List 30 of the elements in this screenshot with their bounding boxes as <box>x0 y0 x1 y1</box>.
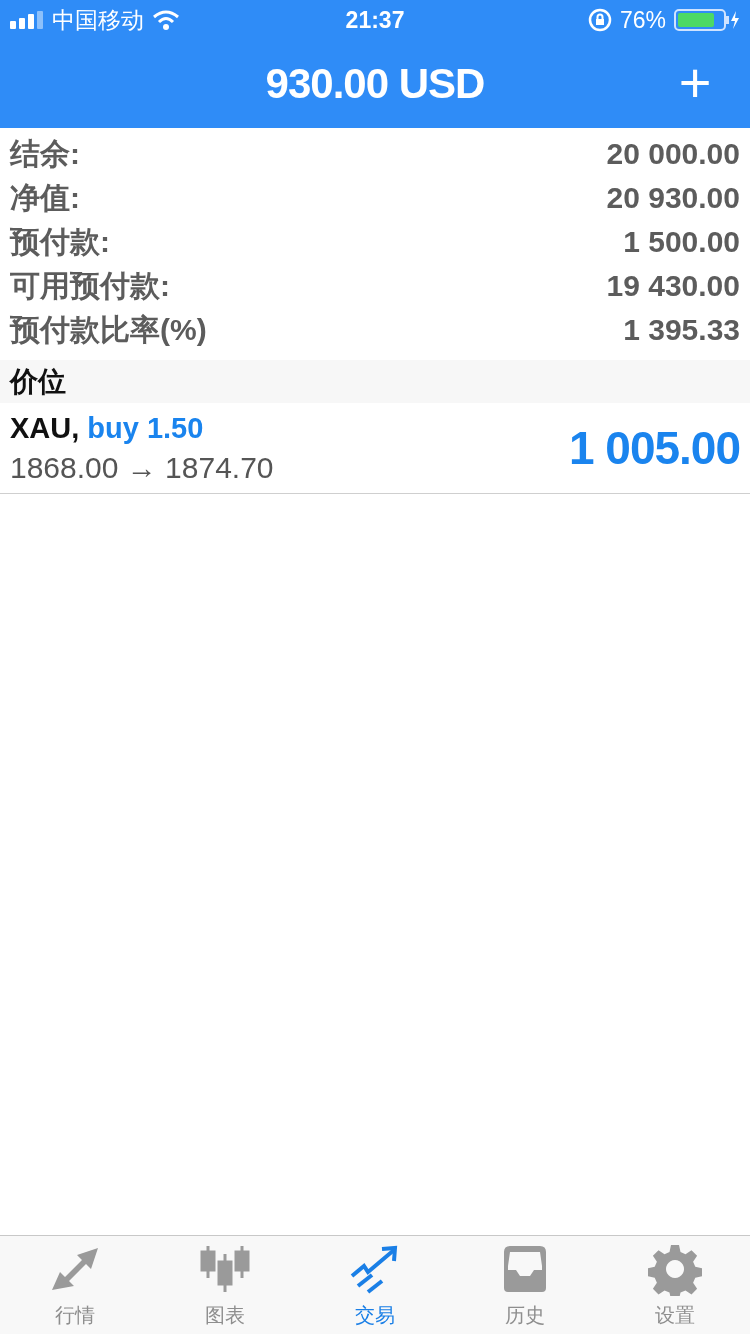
position-row[interactable]: XAU, buy 1.50 1868.00 → 1874.70 1 005.00 <box>0 403 750 494</box>
summary-value: 19 430.00 <box>606 269 740 303</box>
carrier-name: 中国移动 <box>52 5 144 35</box>
battery-charging-icon <box>674 9 740 31</box>
rotation-lock-icon <box>587 8 612 32</box>
summary-label: 可用预付款: <box>10 267 170 304</box>
battery-percent: 76% <box>619 6 666 34</box>
section-header: 价位 <box>0 360 750 403</box>
position-prices: 1868.00 → 1874.70 <box>10 450 274 485</box>
position-symbol: XAU, <box>10 411 80 445</box>
tab-item[interactable]: 交易 <box>300 1236 450 1334</box>
tab-item[interactable]: 设置 <box>600 1236 750 1334</box>
summary-label: 预付款: <box>10 223 110 260</box>
tab-item[interactable]: 图表 <box>150 1236 300 1334</box>
position-order: buy 1.50 <box>87 411 204 445</box>
summary-value: 1 500.00 <box>623 225 740 259</box>
wifi-icon <box>152 10 180 30</box>
balance-title: 930.00 USD <box>265 60 485 108</box>
summary-value: 20 000.00 <box>606 137 740 171</box>
tab-item[interactable]: 历史 <box>450 1236 600 1334</box>
summary-label: 净值: <box>10 179 80 216</box>
summary-label: 结余: <box>10 135 80 172</box>
summary-value: 1 395.33 <box>623 313 740 347</box>
summary-label: 预付款比率(%) <box>10 311 207 348</box>
clock-time: 21:37 <box>345 6 405 34</box>
tab-item[interactable]: 行情 <box>0 1236 150 1334</box>
signal-icon <box>10 11 44 29</box>
add-button[interactable]: + <box>670 58 720 108</box>
summary-value: 20 930.00 <box>606 181 740 215</box>
position-profit: 1 005.00 <box>568 421 740 475</box>
